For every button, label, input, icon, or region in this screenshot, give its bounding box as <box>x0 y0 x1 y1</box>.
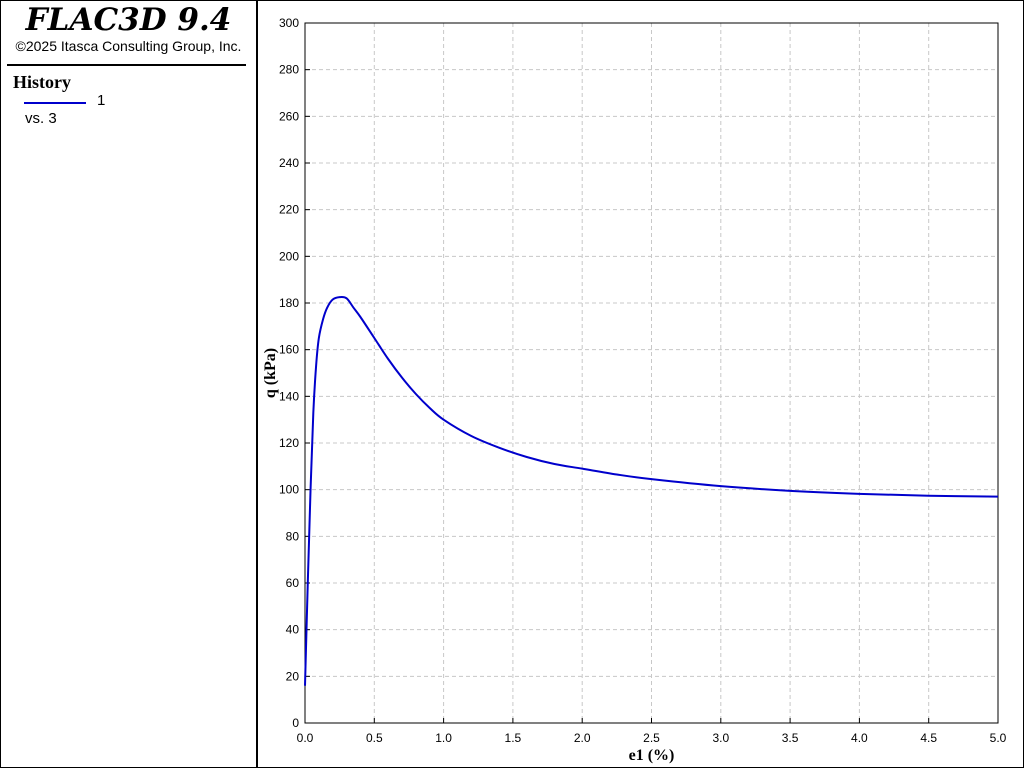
legend-heading: History <box>13 72 71 92</box>
x-tick-label: 3.5 <box>782 731 799 745</box>
title-divider <box>7 64 246 66</box>
x-axis-ticks: 0.0 0.5 1.0 1.5 2.0 2.5 3.0 3.5 4.0 4.5 5.0 <box>297 718 1007 745</box>
x-tick-label: 2.0 <box>574 731 591 745</box>
y-tick-label: 300 <box>279 16 299 30</box>
y-tick-label: 280 <box>279 63 299 77</box>
x-tick-label: 0.5 <box>366 731 383 745</box>
x-tick-label: 3.0 <box>712 731 729 745</box>
y-tick-label: 140 <box>279 389 299 403</box>
x-tick-label: 4.5 <box>920 731 937 745</box>
app-title: FLAC3D 9.4 <box>25 2 232 38</box>
grid-lines <box>305 23 998 723</box>
x-tick-label: 0.0 <box>297 731 314 745</box>
application-frame: FLAC3D 9.4 ©2025 Itasca Consulting Group… <box>0 0 1024 768</box>
y-tick-label: 20 <box>286 669 300 683</box>
y-tick-label: 60 <box>286 576 300 590</box>
x-tick-label: 2.5 <box>643 731 660 745</box>
y-axis-label: q (kPa) <box>262 348 279 398</box>
y-tick-label: 260 <box>279 109 299 123</box>
y-tick-label: 0 <box>292 716 299 730</box>
y-tick-label: 180 <box>279 296 299 310</box>
y-tick-label: 120 <box>279 436 299 450</box>
legend-panel: FLAC3D 9.4 ©2025 Itasca Consulting Group… <box>1 1 258 767</box>
x-tick-label: 1.5 <box>505 731 522 745</box>
y-tick-label: 80 <box>286 529 300 543</box>
x-tick-label: 4.0 <box>851 731 868 745</box>
copyright-text: ©2025 Itasca Consulting Group, Inc. <box>15 38 242 54</box>
legend-line-swatch <box>24 102 86 104</box>
y-tick-label: 200 <box>279 249 299 263</box>
y-tick-label: 240 <box>279 156 299 170</box>
y-tick-label: 220 <box>279 203 299 217</box>
y-tick-label: 160 <box>279 343 299 357</box>
x-tick-label: 1.0 <box>435 731 452 745</box>
x-tick-label: 5.0 <box>990 731 1007 745</box>
legend-vs-label: vs. 3 <box>25 110 57 127</box>
y-tick-label: 100 <box>279 483 299 497</box>
y-tick-label: 40 <box>286 623 300 637</box>
legend-series-name: 1 <box>97 92 106 109</box>
x-axis-label: e1 (%) <box>629 747 675 764</box>
plot-area[interactable]: 0.0 0.5 1.0 1.5 2.0 2.5 3.0 3.5 4.0 4.5 5.0 0 20 40 6… <box>258 1 1023 767</box>
